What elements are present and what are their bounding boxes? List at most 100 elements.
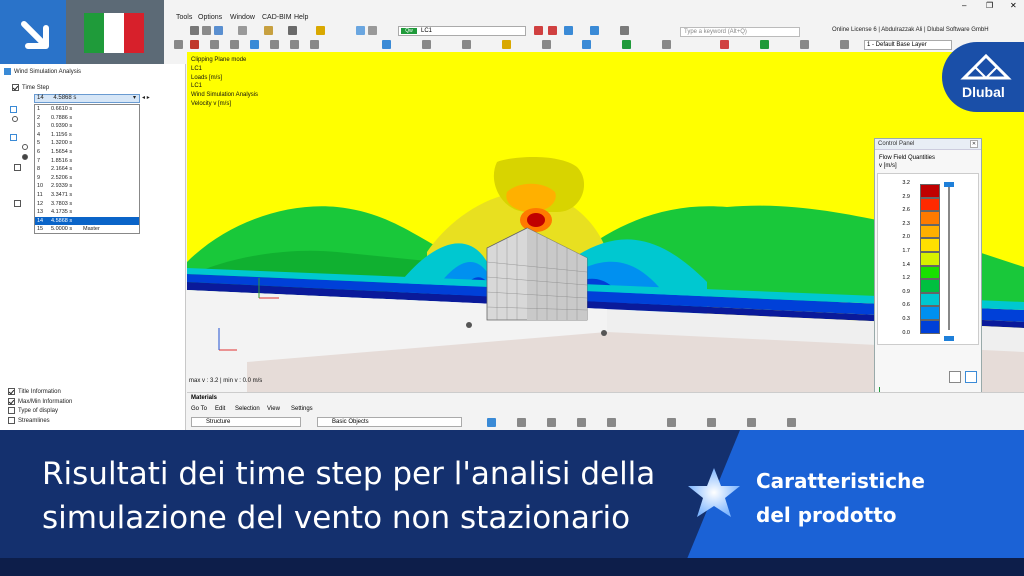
nav-icon[interactable] — [620, 26, 629, 35]
search-input[interactable]: Type a keyword (Alt+Q) — [680, 27, 800, 37]
select-icon[interactable] — [174, 40, 183, 49]
tree-checkbox[interactable] — [14, 200, 21, 207]
tree-checkbox[interactable] — [14, 164, 21, 171]
display-icon[interactable] — [590, 26, 599, 35]
time-step-item[interactable]: 14 4.5868 s — [35, 216, 139, 226]
prev-step-icon[interactable]: ◂ — [142, 95, 145, 101]
option-streamlines[interactable]: Streamlines — [8, 416, 72, 427]
slider-handle-bottom[interactable] — [944, 336, 954, 341]
menu-edit[interactable]: Edit — [215, 406, 225, 412]
settings-icon[interactable] — [949, 371, 961, 383]
checkbox[interactable] — [8, 416, 15, 424]
find-icon[interactable] — [747, 418, 756, 427]
checkbox[interactable] — [8, 397, 15, 405]
close-icon[interactable]: ✕ — [1010, 1, 1017, 10]
maximize-icon[interactable]: ❐ — [986, 1, 993, 10]
menu-help[interactable]: Help — [294, 14, 308, 21]
grid-icon[interactable] — [368, 26, 377, 35]
minimize-icon[interactable]: – — [962, 1, 966, 10]
save-icon[interactable] — [214, 26, 223, 35]
menu-options[interactable]: Options — [198, 14, 222, 21]
time-step-item[interactable]: 4 1.1156 s — [35, 131, 139, 140]
support-icon[interactable] — [290, 40, 299, 49]
checkbox[interactable] — [8, 388, 15, 395]
member-icon[interactable] — [230, 40, 239, 49]
menu-tools[interactable]: Tools — [176, 14, 192, 21]
time-step-item[interactable]: 3 0.9390 s — [35, 122, 139, 131]
guide-icon[interactable] — [462, 40, 471, 49]
legend-icon[interactable] — [965, 371, 977, 383]
time-step-item[interactable]: 11 3.3471 s — [35, 191, 139, 200]
time-step-item[interactable]: 15 5.0000 s Master — [35, 225, 139, 234]
load-case-select[interactable]: Qw LC1 — [398, 26, 526, 36]
new-icon[interactable] — [190, 26, 199, 35]
tree-checkbox[interactable] — [10, 106, 17, 113]
rotate-icon[interactable] — [542, 40, 551, 49]
line-icon[interactable] — [210, 40, 219, 49]
layer-icon[interactable] — [800, 40, 809, 49]
options-icon[interactable] — [787, 418, 796, 427]
radio-icon[interactable] — [22, 144, 28, 150]
menu-cad-bim[interactable]: CAD-BIM — [262, 14, 292, 21]
solid-icon[interactable] — [270, 40, 279, 49]
hinge-icon[interactable] — [310, 40, 319, 49]
delete-icon[interactable] — [720, 40, 729, 49]
time-step-item[interactable]: 5 1.3200 s — [35, 139, 139, 148]
view-icon[interactable] — [356, 26, 365, 35]
option-title-info[interactable]: Title Information — [8, 388, 72, 398]
check-icon[interactable] — [760, 40, 769, 49]
slider-handle-top[interactable] — [944, 182, 954, 187]
tree-checkbox[interactable] — [10, 134, 17, 141]
node-icon[interactable] — [190, 40, 199, 49]
snap-icon[interactable] — [502, 40, 511, 49]
pan-icon[interactable] — [582, 40, 591, 49]
time-step-select[interactable]: 14 4.5868 s ▾ — [34, 94, 140, 103]
menu-window[interactable]: Window — [230, 14, 255, 21]
next-load-icon[interactable] — [548, 26, 557, 35]
time-step-item[interactable]: 12 3.7803 s — [35, 200, 139, 209]
render-icon[interactable] — [564, 26, 573, 35]
menu-goto[interactable]: Go To — [191, 406, 207, 412]
import-icon[interactable] — [607, 418, 616, 427]
time-step-item[interactable]: 10 2.9339 s — [35, 182, 139, 191]
menu-selection[interactable]: Selection — [235, 406, 260, 412]
radio-selected-icon[interactable] — [22, 154, 28, 160]
surface-icon[interactable] — [250, 40, 259, 49]
table-icon[interactable] — [517, 418, 526, 427]
radio-icon[interactable] — [12, 116, 18, 122]
column-icon[interactable] — [547, 418, 556, 427]
option-type-display[interactable]: Type of display — [8, 407, 72, 417]
close-icon[interactable]: ✕ — [970, 140, 978, 148]
open-icon[interactable] — [202, 26, 211, 35]
basic-objects-select[interactable]: Basic Objects — [317, 417, 462, 427]
prev-load-icon[interactable] — [534, 26, 543, 35]
time-step-item[interactable]: 8 2.1664 s — [35, 165, 139, 174]
next-step-icon[interactable]: ▸ — [147, 95, 150, 101]
calc-icon[interactable] — [288, 26, 297, 35]
structure-select[interactable]: Structure — [191, 417, 301, 427]
base-layer-select[interactable]: 1 - Default Base Layer — [864, 40, 952, 50]
time-step-checkbox[interactable] — [12, 84, 19, 91]
filter-icon[interactable] — [487, 418, 496, 427]
time-step-item[interactable]: 13 4.1735 s — [35, 208, 139, 217]
export-icon[interactable] — [577, 418, 586, 427]
sort-icon[interactable] — [667, 418, 676, 427]
zoom-icon[interactable] — [622, 40, 631, 49]
menu-settings[interactable]: Settings — [291, 406, 313, 412]
print-icon[interactable] — [707, 418, 716, 427]
load-icon[interactable] — [382, 40, 391, 49]
table-icon[interactable] — [264, 26, 273, 35]
time-step-item[interactable]: 7 1.8516 s — [35, 157, 139, 166]
visibility-icon[interactable] — [840, 40, 849, 49]
dimension-icon[interactable] — [422, 40, 431, 49]
section-icon[interactable] — [662, 40, 671, 49]
menu-view[interactable]: View — [267, 406, 280, 412]
time-step-item[interactable]: 1 0.6610 s — [35, 105, 139, 114]
time-step-item[interactable]: 2 0.7886 s — [35, 114, 139, 123]
time-step-item[interactable]: 9 2.5206 s — [35, 174, 139, 183]
option-maxmin-info[interactable]: Max/Min Information — [8, 397, 72, 408]
checkbox[interactable] — [8, 407, 15, 415]
time-step-item[interactable]: 6 1.5654 s — [35, 148, 139, 157]
time-step-row[interactable]: Time Step — [12, 84, 49, 91]
print-icon[interactable] — [238, 26, 247, 35]
